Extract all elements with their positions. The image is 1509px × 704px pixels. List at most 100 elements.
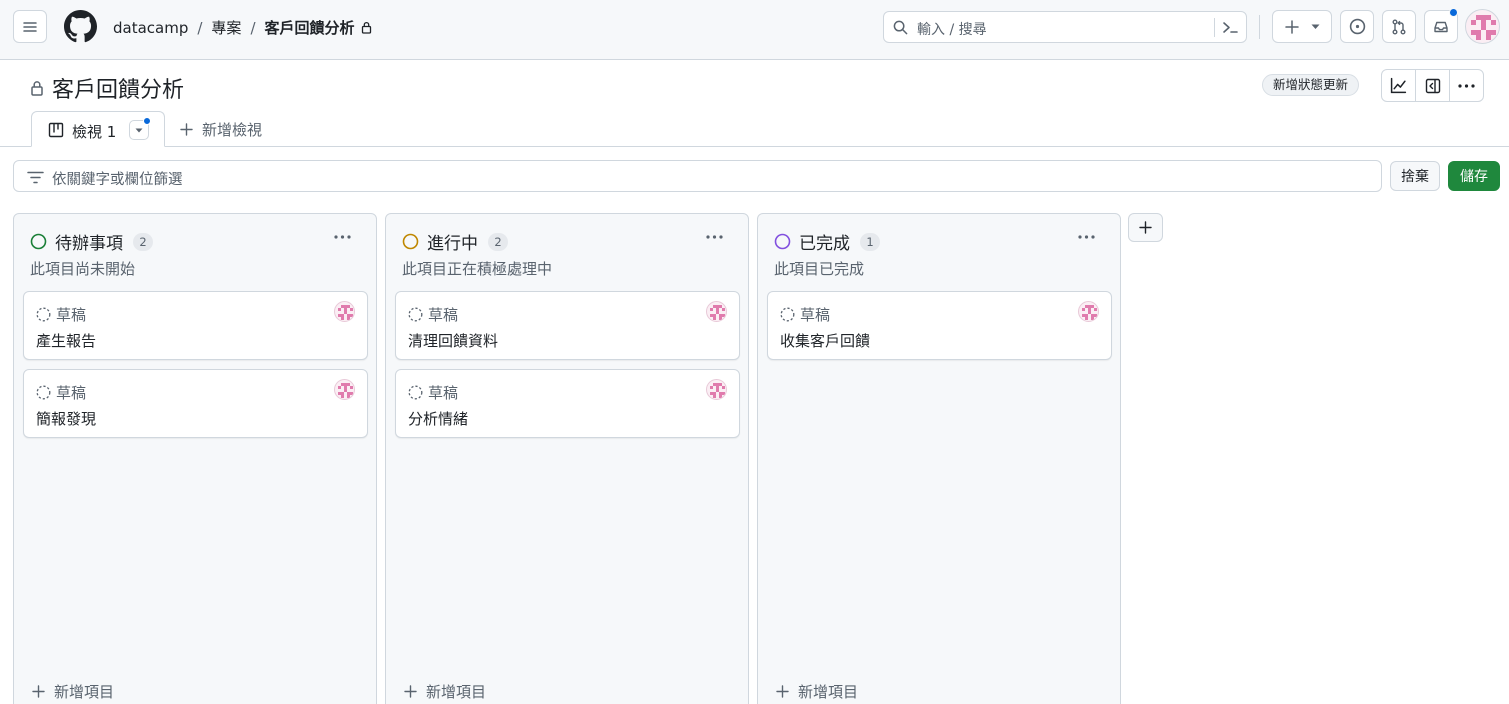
discard-button[interactable]: 捨棄 bbox=[1390, 161, 1440, 191]
assignee-avatar[interactable] bbox=[706, 379, 727, 400]
column-count-badge: 2 bbox=[488, 232, 508, 251]
board-card[interactable]: 草稿 分析情緒 bbox=[395, 369, 740, 438]
column-count-badge: 2 bbox=[133, 232, 153, 251]
board-card[interactable]: 草稿 簡報發現 bbox=[23, 369, 368, 438]
github-logo-icon[interactable] bbox=[64, 10, 97, 47]
column-header: 已完成 1 bbox=[774, 229, 880, 254]
card-meta: 草稿 bbox=[408, 382, 458, 403]
breadcrumb-org[interactable]: datacamp bbox=[113, 19, 188, 37]
assignee-avatar[interactable] bbox=[334, 379, 355, 400]
assignee-avatar[interactable] bbox=[1078, 301, 1099, 322]
board-column-done: 已完成 1 此項目已完成 草稿 收集客戶回饋 新增項目 bbox=[757, 213, 1121, 704]
board-card[interactable]: 草稿 產生報告 bbox=[23, 291, 368, 360]
identicon-icon bbox=[338, 305, 353, 320]
plus-icon bbox=[32, 685, 45, 698]
sidebar-expand-icon bbox=[1425, 78, 1440, 93]
page-title: 客戶回饋分析 bbox=[52, 78, 185, 103]
pull-requests-button[interactable] bbox=[1382, 10, 1416, 43]
card-status-label: 草稿 bbox=[428, 306, 459, 324]
card-status-label: 草稿 bbox=[800, 306, 831, 324]
card-title[interactable]: 簡報發現 bbox=[36, 408, 96, 429]
project-details-button[interactable] bbox=[1416, 70, 1450, 101]
lock-icon bbox=[361, 21, 371, 34]
notification-dot bbox=[1449, 8, 1458, 17]
assignee-avatar[interactable] bbox=[334, 301, 355, 322]
board-view-icon bbox=[48, 122, 64, 138]
issues-button[interactable] bbox=[1340, 10, 1374, 43]
draft-issue-icon bbox=[408, 385, 423, 400]
add-item-label: 新增項目 bbox=[54, 683, 115, 701]
tab-view-label: 檢視 1 bbox=[72, 123, 117, 141]
card-title[interactable]: 收集客戶回饋 bbox=[780, 330, 870, 351]
add-status-update-button[interactable]: 新增狀態更新 bbox=[1262, 74, 1360, 96]
filter-placeholder: 依關鍵字或欄位篩選 bbox=[52, 172, 183, 188]
hamburger-icon bbox=[23, 21, 37, 32]
add-item-button[interactable]: 新增項目 bbox=[776, 681, 858, 702]
tab-view-1[interactable]: 檢視 1 bbox=[31, 111, 165, 147]
breadcrumb-separator: / bbox=[250, 18, 256, 37]
new-view-label: 新增檢視 bbox=[202, 121, 263, 139]
plus-icon bbox=[404, 685, 417, 698]
filter-icon bbox=[27, 171, 44, 184]
git-pull-request-icon bbox=[1392, 19, 1406, 34]
card-title[interactable]: 清理回饋資料 bbox=[408, 330, 498, 351]
plus-icon bbox=[1284, 19, 1299, 34]
card-meta: 草稿 bbox=[36, 382, 86, 403]
assignee-avatar[interactable] bbox=[706, 301, 727, 322]
project-more-button[interactable] bbox=[1450, 70, 1483, 101]
filter-input[interactable]: 依關鍵字或欄位篩選 bbox=[13, 160, 1382, 192]
identicon-icon bbox=[1082, 305, 1097, 320]
breadcrumb-project[interactable]: 客戶回饋分析 bbox=[265, 17, 355, 38]
card-title[interactable]: 產生報告 bbox=[36, 330, 96, 351]
add-item-button[interactable]: 新增項目 bbox=[404, 681, 486, 702]
column-more-button[interactable] bbox=[700, 228, 728, 246]
new-view-button[interactable]: 新增檢視 bbox=[180, 119, 262, 140]
draft-issue-icon bbox=[780, 307, 795, 322]
add-item-label: 新增項目 bbox=[798, 683, 859, 701]
kebab-horizontal-icon bbox=[1458, 83, 1475, 88]
card-meta: 草稿 bbox=[36, 304, 86, 325]
column-description: 此項目已完成 bbox=[774, 260, 865, 278]
menu-button[interactable] bbox=[13, 10, 47, 43]
project-actions bbox=[1381, 69, 1484, 102]
header-divider bbox=[1259, 15, 1260, 39]
add-item-button[interactable]: 新增項目 bbox=[32, 681, 114, 702]
card-status-label: 草稿 bbox=[56, 384, 87, 402]
search-divider bbox=[1214, 18, 1215, 37]
identicon-icon bbox=[338, 383, 353, 398]
plus-icon bbox=[1139, 221, 1152, 234]
graph-icon bbox=[1390, 77, 1407, 94]
identicon-icon bbox=[710, 305, 725, 320]
add-column-button[interactable] bbox=[1128, 213, 1163, 242]
save-button[interactable]: 儲存 bbox=[1448, 161, 1500, 191]
insights-button[interactable] bbox=[1382, 70, 1416, 101]
search-placeholder: 輸入 / 搜尋 bbox=[917, 22, 987, 38]
plus-icon bbox=[776, 685, 789, 698]
status-circle-icon bbox=[402, 233, 419, 250]
create-new-button[interactable] bbox=[1272, 10, 1332, 43]
card-title[interactable]: 分析情緒 bbox=[408, 408, 468, 429]
caret-down-icon bbox=[135, 128, 143, 132]
project-title-row: 客戶回饋分析 bbox=[30, 72, 184, 104]
column-header: 進行中 2 bbox=[402, 229, 508, 254]
draft-issue-icon bbox=[408, 307, 423, 322]
status-circle-icon bbox=[774, 233, 791, 250]
column-title: 待辦事項 bbox=[55, 234, 123, 254]
column-title: 進行中 bbox=[427, 234, 478, 254]
search-input[interactable]: 輸入 / 搜尋 bbox=[883, 11, 1247, 43]
add-item-label: 新增項目 bbox=[426, 683, 487, 701]
command-palette-icon[interactable] bbox=[1222, 20, 1239, 35]
column-title: 已完成 bbox=[799, 234, 850, 254]
card-status-label: 草稿 bbox=[428, 384, 459, 402]
user-avatar[interactable] bbox=[1465, 9, 1500, 44]
card-status-label: 草稿 bbox=[56, 306, 87, 324]
column-more-button[interactable] bbox=[1072, 228, 1100, 246]
column-description: 此項目正在積極處理中 bbox=[402, 260, 553, 278]
column-more-button[interactable] bbox=[328, 228, 356, 246]
breadcrumb-projects[interactable]: 專案 bbox=[211, 17, 241, 38]
board-card[interactable]: 草稿 收集客戶回饋 bbox=[767, 291, 1112, 360]
board-card[interactable]: 草稿 清理回饋資料 bbox=[395, 291, 740, 360]
identicon-icon bbox=[710, 383, 725, 398]
inbox-icon bbox=[1434, 21, 1448, 32]
board-column-todo: 待辦事項 2 此項目尚未開始 草稿 產生報告 草稿 簡報發現 新增項目 bbox=[13, 213, 377, 704]
